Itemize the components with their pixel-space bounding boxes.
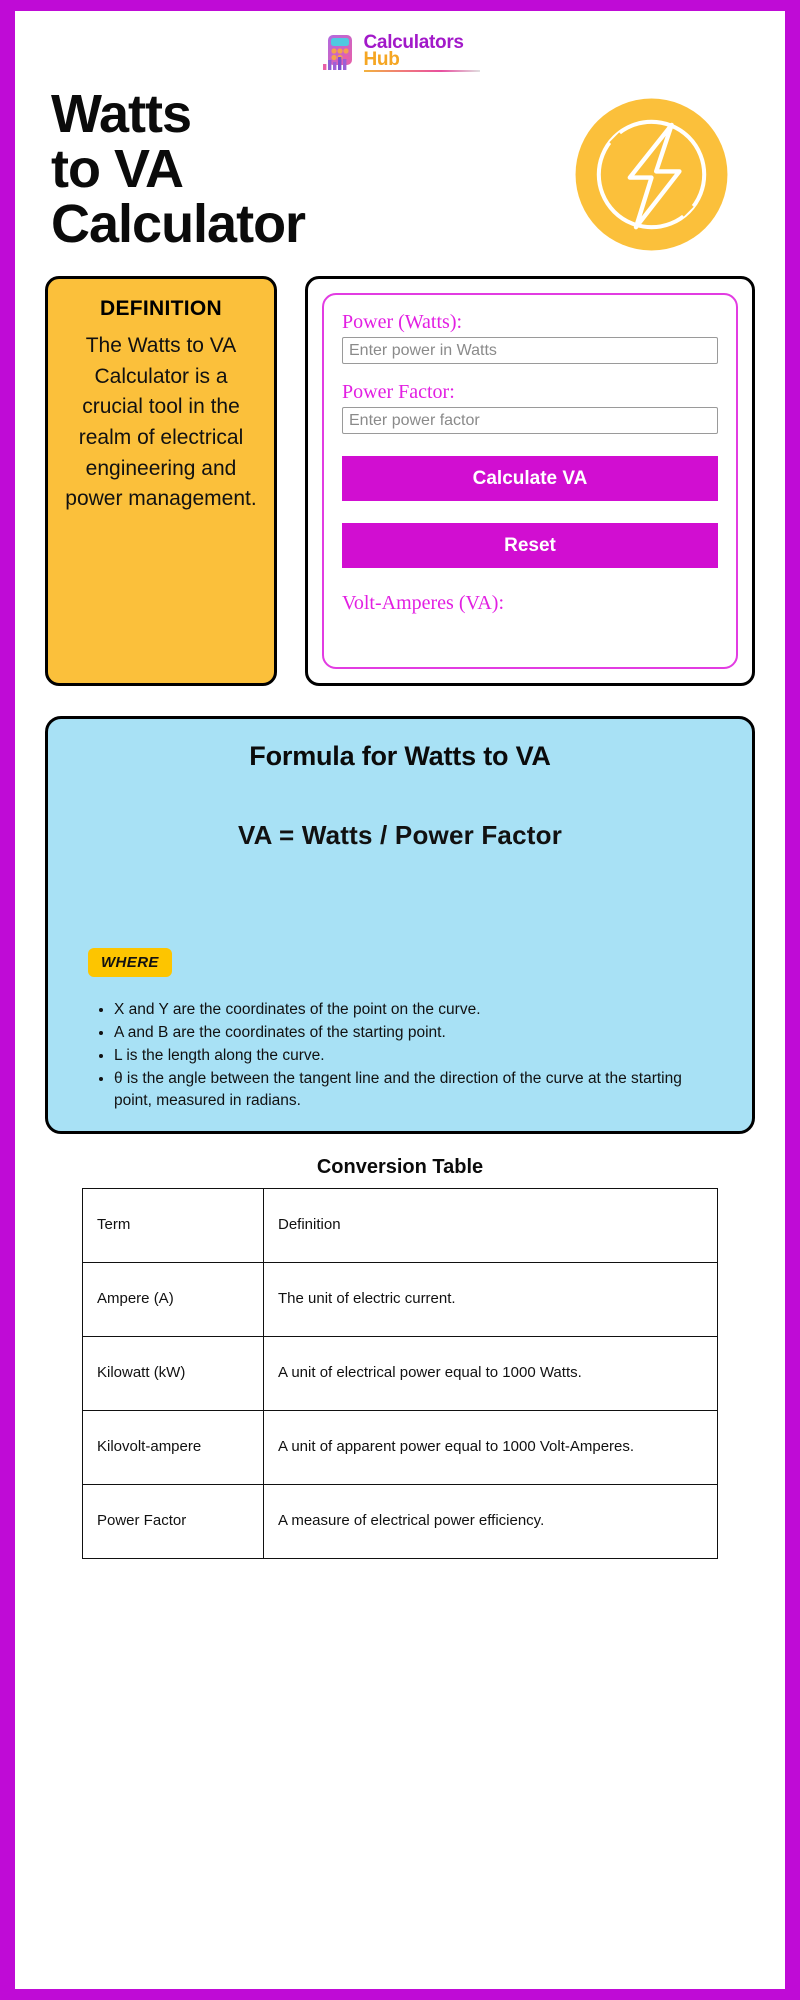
table-cell-definition: A unit of electrical power equal to 1000… [263, 1336, 718, 1411]
conversion-table-title: Conversion Table [316, 1156, 484, 1178]
logo-text-line2: Hub [363, 49, 400, 70]
table-cell-term: Power Factor [82, 1484, 264, 1559]
formula-equation: VA = Watts / Power Factor [237, 820, 563, 850]
hero-icon-wrap [574, 97, 729, 252]
lightning-bolt-circle-icon [575, 98, 728, 251]
infographic-page: Calculators Hub Watts to VA Calculator D… [15, 11, 785, 1989]
calculator-inner: Power (Watts): Power Factor: Calculate V… [322, 293, 738, 669]
list-item: A and B are the coordinates of the start… [114, 1022, 722, 1044]
definition-heading: DEFINITION [100, 297, 222, 320]
table-cell-term: Kilovolt-ampere [82, 1410, 264, 1485]
table-row: Ampere (A) The unit of electric current. [82, 1262, 718, 1337]
table-header-definition: Definition [263, 1188, 718, 1263]
table-header-term: Term [82, 1188, 264, 1263]
calculate-button[interactable]: Calculate VA [342, 456, 718, 501]
page-title-line2: to VA [51, 139, 184, 200]
reset-button[interactable]: Reset [342, 523, 718, 568]
table-cell-term: Ampere (A) [82, 1262, 264, 1337]
page-title-line3: Calculator [51, 194, 306, 255]
list-item: X and Y are the coordinates of the point… [114, 999, 722, 1021]
table-cell-term: Kilowatt (kW) [82, 1336, 264, 1411]
table-cell-definition: A measure of electrical power efficiency… [263, 1484, 718, 1559]
where-badge: WHERE [88, 948, 172, 977]
result-label: Volt-Amperes (VA): [342, 592, 505, 614]
formula-title: Formula for Watts to VA [249, 741, 551, 771]
hero-section: Watts to VA Calculator [33, 73, 767, 268]
definition-body: The Watts to VA Calculator is a crucial … [65, 334, 257, 511]
conversion-table: Term Definition Ampere (A) The unit of e… [82, 1188, 718, 1559]
table-row: Power Factor A measure of electrical pow… [82, 1484, 718, 1559]
field-spacer [342, 364, 718, 381]
list-item: θ is the angle between the tangent line … [114, 1068, 722, 1112]
table-cell-definition: A unit of apparent power equal to 1000 V… [263, 1410, 718, 1485]
calculator-icon [322, 35, 352, 70]
formula-card: Formula for Watts to VA VA = Watts / Pow… [45, 716, 755, 1134]
definition-card: DEFINITION The Watts to VA Calculator is… [45, 276, 277, 686]
cards-row: DEFINITION The Watts to VA Calculator is… [33, 276, 767, 686]
power-input[interactable] [342, 337, 718, 364]
power-factor-label: Power Factor: [342, 381, 455, 403]
page-title: Watts to VA Calculator [45, 84, 306, 255]
table-row: Kilovolt-ampere A unit of apparent power… [82, 1410, 718, 1485]
table-header-row: Term Definition [82, 1188, 718, 1263]
calculator-card: Power (Watts): Power Factor: Calculate V… [305, 276, 755, 686]
power-label: Power (Watts): [342, 311, 463, 333]
where-list: X and Y are the coordinates of the point… [114, 999, 730, 1112]
site-logo[interactable]: Calculators Hub [33, 11, 767, 73]
list-item: L is the length along the curve. [114, 1045, 722, 1067]
table-cell-definition: The unit of electric current. [263, 1262, 718, 1337]
power-factor-input[interactable] [342, 407, 718, 434]
logo-underline [363, 70, 480, 73]
page-title-line1: Watts [51, 84, 192, 144]
table-row: Kilowatt (kW) A unit of electrical power… [82, 1336, 718, 1411]
